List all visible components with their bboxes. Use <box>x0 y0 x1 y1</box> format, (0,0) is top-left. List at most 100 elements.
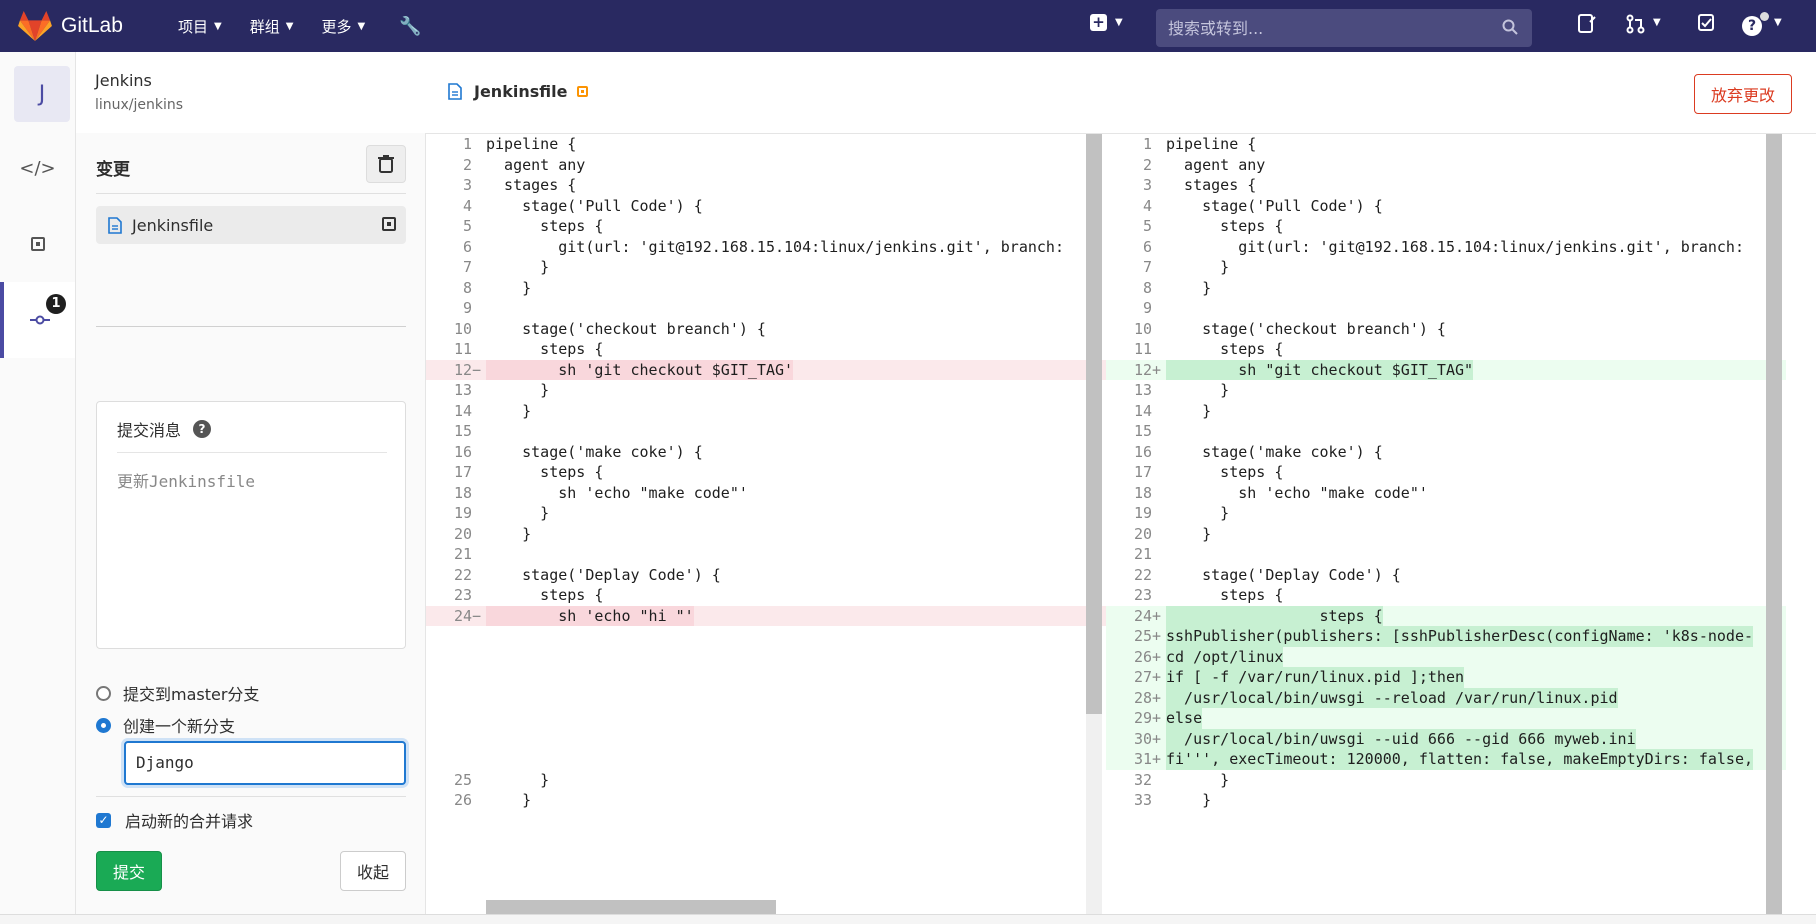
line-number: 26 <box>1133 647 1152 666</box>
line-number: 7 <box>1142 258 1152 276</box>
diff-line: 3 stages { <box>426 175 1106 196</box>
code-text: } <box>486 504 550 522</box>
commit-message-header: 提交消息 ? <box>117 417 212 441</box>
code-text: stage('Pull Code') { <box>486 196 703 215</box>
diff-modified-pane[interactable]: 1 pipeline {2 agent any 3 stages {4 stage(… <box>1106 134 1786 914</box>
new-branch-option[interactable]: 创建一个新分支 <box>96 713 235 737</box>
line-number: 12 <box>453 360 472 379</box>
diff-marker: + <box>1152 606 1162 625</box>
diff-line: 16 stage('make coke') { <box>1106 442 1786 463</box>
line-number: 1 <box>1142 135 1152 153</box>
horizontal-scrollbar[interactable] <box>486 900 776 914</box>
diff-line: 17 steps { <box>1106 462 1786 483</box>
trash-icon <box>378 155 394 173</box>
discard-all-button[interactable] <box>366 145 406 183</box>
nav-projects[interactable]: 项目 ▼ <box>178 16 222 37</box>
code-text: stage('make coke') { <box>486 442 703 461</box>
line-number: 14 <box>453 401 472 420</box>
line-number: 24 <box>453 606 472 625</box>
nav-groups[interactable]: 群组 ▼ <box>250 16 294 37</box>
scrollbar-thumb[interactable] <box>1086 134 1102 714</box>
radio-master[interactable] <box>96 685 111 701</box>
changed-file-item[interactable]: Jenkinsfile <box>96 206 406 244</box>
diff-line: 6 git(url: 'git@192.168.15.104:linux/jen… <box>1106 237 1786 258</box>
branch-name-input[interactable]: Django <box>124 741 406 785</box>
commit-mode-button[interactable]: 1 <box>0 282 75 358</box>
diff-line <box>426 667 1106 688</box>
vertical-scrollbar[interactable] <box>1766 134 1782 914</box>
issues-icon[interactable] <box>1578 14 1596 34</box>
chevron-down-icon[interactable]: ▼ <box>1774 17 1782 28</box>
nav-more[interactable]: 更多 ▼ <box>321 16 365 37</box>
code-text: } <box>486 401 532 420</box>
diff-line: 30 + /usr/local/bin/uwsgi --uid 666 --gid… <box>1106 728 1786 749</box>
search-box[interactable] <box>1156 9 1532 47</box>
line-number: 10 <box>1133 319 1152 338</box>
admin-wrench-icon[interactable]: 🔧 <box>399 16 421 37</box>
line-number: 22 <box>453 565 472 584</box>
line-number: 33 <box>1133 791 1152 809</box>
todo-icon[interactable] <box>1698 14 1716 32</box>
code-text: } <box>1166 791 1212 809</box>
diff-line: 19 } <box>426 503 1106 524</box>
diff-line: 11 steps { <box>426 339 1106 360</box>
code-text: stage('checkout breanch') { <box>486 319 766 338</box>
diff-line: 10 stage('checkout breanch') { <box>1106 319 1786 340</box>
commit-message-textarea[interactable]: 更新Jenkinsfile <box>117 468 255 492</box>
line-number: 7 <box>462 258 472 276</box>
diff-line: 1 pipeline { <box>1106 134 1786 155</box>
diff-original-pane[interactable]: 1 pipeline {2 agent any 3 stages {4 stage(… <box>426 134 1106 914</box>
collapse-button[interactable]: 收起 <box>340 851 406 891</box>
commit-message-label: 提交消息 <box>117 421 182 440</box>
changes-count-badge: 1 <box>46 294 66 314</box>
code-text: stage('Pull Code') { <box>1166 196 1383 215</box>
line-number: 2 <box>1142 155 1152 174</box>
line-number: 17 <box>1133 463 1152 481</box>
gitlab-logo[interactable]: GitLab <box>18 10 138 42</box>
editor-tab[interactable]: Jenkinsfile <box>448 82 589 101</box>
code-text: steps { <box>486 463 604 481</box>
diff-marker: + <box>1152 627 1162 645</box>
diff-line: 18 sh 'echo "make code"' <box>1106 483 1786 504</box>
help-icon[interactable]: ? <box>1742 16 1762 36</box>
line-number: 11 <box>1133 340 1152 358</box>
merge-requests-icon[interactable] <box>1626 14 1646 34</box>
diff-line: 6 git(url: 'git@192.168.15.104:linux/jen… <box>426 237 1106 258</box>
diff-marker: − <box>472 360 482 379</box>
diff-line: 8 } <box>426 278 1106 299</box>
line-number: 4 <box>1142 196 1152 215</box>
line-number: 8 <box>462 278 472 297</box>
code-text: steps { <box>486 340 604 358</box>
help-question-icon[interactable]: ? <box>193 420 212 438</box>
start-mr-checkbox[interactable]: ✓ <box>96 812 111 828</box>
search-input[interactable] <box>1168 18 1488 38</box>
modified-file-icon <box>382 217 396 231</box>
code-text: sh 'echo "hi "' <box>486 605 694 626</box>
commit-message-box[interactable]: 提交消息 ? 更新Jenkinsfile <box>96 401 406 649</box>
line-number: 16 <box>453 442 472 461</box>
vertical-scrollbar[interactable] <box>1086 134 1102 914</box>
chevron-down-icon: ▼ <box>285 20 294 32</box>
start-mr-option[interactable]: ✓ 启动新的合并请求 <box>96 808 253 832</box>
code-text: git(url: 'git@192.168.15.104:linux/jenki… <box>1166 237 1744 256</box>
code-text: steps { <box>1166 586 1284 604</box>
project-name[interactable]: Jenkins <box>95 71 152 90</box>
scrollbar-thumb[interactable] <box>1766 134 1782 914</box>
edit-mode-button[interactable]: </> <box>0 130 75 206</box>
chevron-down-icon[interactable]: ▼ <box>1653 17 1661 28</box>
new-dropdown[interactable]: + ▼ <box>1090 14 1123 31</box>
project-avatar[interactable]: J <box>14 66 70 122</box>
line-number: 32 <box>1133 770 1152 789</box>
line-number: 10 <box>453 319 472 338</box>
radio-new-branch[interactable] <box>96 717 111 733</box>
line-number: 31 <box>1133 750 1152 768</box>
discard-changes-button[interactable]: 放弃更改 <box>1694 74 1792 114</box>
commit-to-master-option[interactable]: 提交到master分支 <box>96 681 259 705</box>
commit-button[interactable]: 提交 <box>96 851 162 891</box>
code-text: steps { <box>1166 217 1284 235</box>
review-mode-button[interactable] <box>0 206 75 282</box>
modified-indicator-icon <box>577 86 589 97</box>
diff-line: 1 pipeline { <box>426 134 1106 155</box>
line-number: 17 <box>453 463 472 481</box>
diff-line: 15 <box>426 421 1106 442</box>
